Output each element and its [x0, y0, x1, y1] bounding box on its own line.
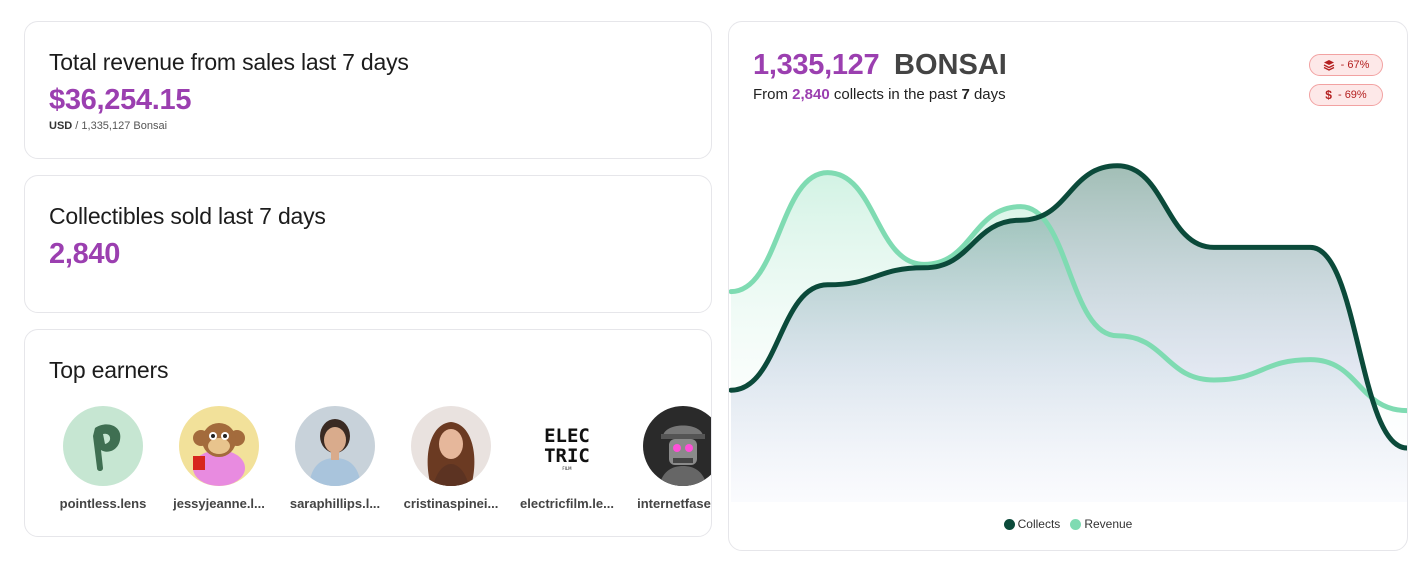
person-avatar[interactable]: [295, 406, 375, 486]
currency-label: USD: [49, 120, 73, 132]
earner-item[interactable]: pointless.lens: [45, 406, 161, 511]
monkey-avatar[interactable]: [179, 406, 259, 486]
earner-item[interactable]: cristinaspinei...: [393, 406, 509, 511]
earner-name[interactable]: cristinaspinei...: [395, 496, 507, 511]
logo-line-3: FILM: [562, 466, 572, 471]
earner-item[interactable]: jessyjeanne.l...: [161, 406, 277, 511]
earner-name[interactable]: electricfilm.le...: [511, 496, 623, 511]
legend-label: Revenue: [1084, 517, 1133, 531]
revenue-sub-line: USD / 1,335,127 Bonsai: [49, 120, 167, 132]
earner-item[interactable]: saraphillips.l...: [277, 406, 393, 511]
legend-dot-revenue: [1070, 518, 1082, 530]
sub-suffix: days: [969, 86, 1006, 103]
earners-list: pointless.lens jessyjeanne.l... saraphil…: [45, 406, 711, 511]
sub-collects: 2,840: [792, 86, 830, 103]
legend-item-revenue[interactable]: Revenue: [1070, 517, 1132, 531]
revenue-sub-detail: / 1,335,127 Bonsai: [72, 120, 168, 132]
collectibles-card-title: Collectibles sold last 7 days: [49, 203, 326, 229]
sub-prefix: From: [753, 86, 793, 103]
chart-card: 1,335,127 BONSAI From 2,840 collects in …: [728, 21, 1408, 551]
revenue-amount: $36,254.15: [49, 84, 192, 116]
collectibles-card: Collectibles sold last 7 days 2,840: [24, 175, 712, 313]
collects-change-text: - 67%: [1340, 59, 1370, 71]
legend-label: Collects: [1017, 517, 1061, 531]
bonsai-unit: BONSAI: [894, 49, 1007, 81]
revenue-change-text: - 69%: [1337, 89, 1367, 101]
earner-name[interactable]: saraphillips.l...: [279, 496, 391, 511]
bonsai-total: 1,335,127: [753, 49, 880, 81]
legend-item-collects[interactable]: Collects: [1003, 517, 1061, 531]
area-chart: [729, 163, 1407, 503]
collectibles-count: 2,840: [49, 238, 121, 270]
revenue-card-title: Total revenue from sales last 7 days: [49, 49, 409, 75]
logo-line-2: TRIC: [544, 445, 590, 467]
dollar-icon: $: [1325, 88, 1332, 102]
robot-avatar[interactable]: [643, 406, 711, 486]
letter-p-avatar[interactable]: [63, 406, 143, 486]
electric-film-logo[interactable]: ELEC TRIC FILM: [527, 406, 607, 486]
chart-subtitle: From 2,840 collects in the past 7 days: [753, 86, 1006, 103]
revenue-card: Total revenue from sales last 7 days $36…: [24, 21, 712, 159]
earner-name[interactable]: pointless.lens: [47, 496, 159, 511]
earner-name[interactable]: jessyjeanne.l...: [163, 496, 275, 511]
top-earners-card: Top earners pointless.lens jessyjeanne.l…: [24, 329, 712, 537]
earner-item[interactable]: ELEC TRIC FILM electricfilm.le...: [509, 406, 625, 511]
revenue-change-badge: $ - 69%: [1309, 84, 1383, 106]
earner-item[interactable]: internetfase.l...: [625, 406, 711, 511]
collects-change-badge: - 67%: [1309, 54, 1383, 76]
sub-days: 7: [961, 86, 970, 103]
chart-legend: Collects Revenue: [729, 517, 1407, 531]
sub-middle: collects in the past: [829, 86, 962, 103]
legend-dot-collects: [1003, 518, 1015, 530]
logo-line-1: ELEC: [544, 425, 590, 447]
top-earners-title: Top earners: [49, 357, 169, 383]
earner-name[interactable]: internetfase.l...: [627, 496, 711, 511]
person-avatar[interactable]: [411, 406, 491, 486]
layers-icon: [1323, 60, 1334, 71]
